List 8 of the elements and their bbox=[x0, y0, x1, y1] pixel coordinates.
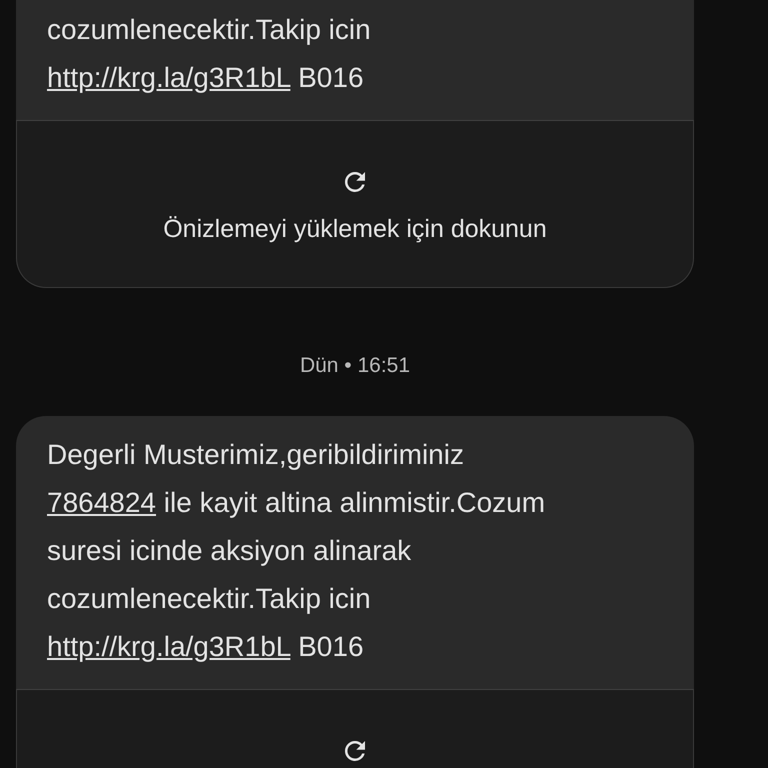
message-text: Degerli Musterimiz,geribildiriminiz 7864824 ile kayit altina alinmistir.Cozum suresi icinde aksiyon alinarak cozumlenecektir.Takip icin http://krg.la/g3R1bL B016 bbox=[46, 438, 546, 664]
message-link[interactable]: http://krg.la/g3R1bL bbox=[47, 631, 290, 662]
preview-label: Önizlemeyi yüklemek için dokunun bbox=[163, 215, 547, 244]
timestamp: Dün • 16:51 bbox=[298, 354, 412, 378]
link-preview[interactable]: Önizlemeyi yüklemek için dokunun bbox=[16, 120, 694, 288]
message-link[interactable]: 7864824 bbox=[47, 487, 156, 518]
message-link[interactable]: http://krg.la/g3R1bL bbox=[47, 62, 290, 93]
message-text: cozumlenecektir.Takip icin http://krg.la/g3R1bL B016 bbox=[46, 13, 372, 95]
